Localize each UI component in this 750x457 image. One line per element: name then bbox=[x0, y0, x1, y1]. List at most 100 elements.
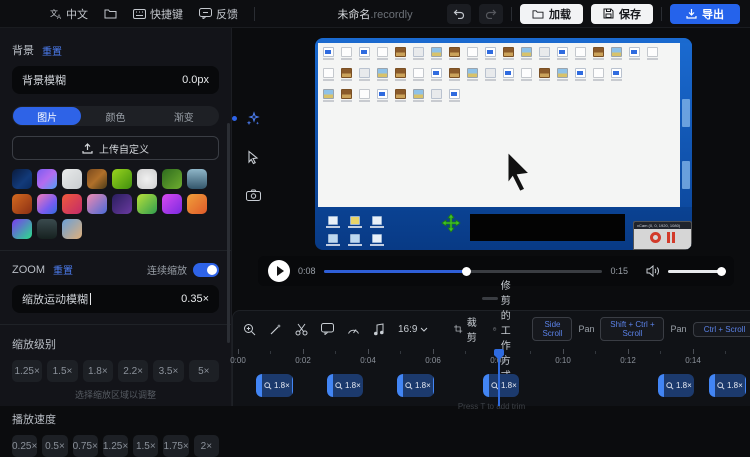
ruler-label: 0:02 bbox=[290, 356, 316, 365]
wallpaper-thumb[interactable] bbox=[62, 194, 82, 214]
save-button[interactable]: 保存 bbox=[591, 4, 653, 24]
file-label bbox=[395, 100, 406, 102]
wallpaper-thumb[interactable] bbox=[187, 194, 207, 214]
cut-tool[interactable] bbox=[295, 323, 308, 336]
wallpaper-thumb[interactable] bbox=[137, 169, 157, 189]
zoom-segment[interactable]: 1.8× bbox=[483, 374, 519, 397]
timeline-zoom-tool[interactable] bbox=[243, 323, 256, 336]
file-icon bbox=[394, 89, 407, 102]
background-type-tabs: 图片 颜色 渐变 bbox=[12, 106, 219, 126]
file-icon bbox=[502, 47, 515, 60]
cursor-tool[interactable] bbox=[242, 146, 264, 168]
tab-color[interactable]: 颜色 bbox=[81, 107, 149, 125]
wallpaper-thumb[interactable] bbox=[37, 219, 57, 239]
speed-option[interactable]: 0.5× bbox=[42, 435, 67, 457]
language-switch[interactable]: 文A 中文 bbox=[50, 6, 88, 22]
segment-label: 1.8× bbox=[664, 381, 694, 390]
zoom-level-option[interactable]: 5× bbox=[189, 360, 219, 382]
background-reset-link[interactable]: 重置 bbox=[42, 43, 62, 58]
wallpaper-thumb[interactable] bbox=[12, 219, 32, 239]
crop-button[interactable]: 裁剪 bbox=[454, 314, 480, 344]
file-icon bbox=[592, 47, 605, 60]
wallpaper-thumb[interactable] bbox=[37, 194, 57, 214]
magic-wand-tool[interactable] bbox=[269, 323, 282, 336]
zoom-segment[interactable]: 1.8× bbox=[327, 374, 363, 397]
wallpaper-thumb[interactable] bbox=[187, 169, 207, 189]
aspect-ratio-select[interactable]: 16:9 bbox=[398, 324, 428, 335]
background-blur-field[interactable]: 背景模糊 0.0px bbox=[12, 66, 219, 94]
volume-slider[interactable] bbox=[668, 270, 724, 273]
comment-tool[interactable] bbox=[321, 323, 334, 335]
wallpaper-thumb[interactable] bbox=[12, 169, 32, 189]
wallpaper-thumb[interactable] bbox=[162, 194, 182, 214]
speed-option[interactable]: 2× bbox=[194, 435, 219, 457]
seek-bar[interactable] bbox=[324, 270, 603, 273]
ruler-minor-tick bbox=[465, 351, 466, 354]
ruler-minor-tick bbox=[400, 351, 401, 354]
zoom-track[interactable]: Press T to add trim 1.8×1.8×1.8×1.8×1.8×… bbox=[233, 369, 750, 407]
playhead-line[interactable] bbox=[498, 357, 500, 406]
video-preview[interactable]: vCam (0, 0, 1920, 1080) bbox=[315, 38, 692, 250]
wallpaper-thumb[interactable] bbox=[112, 169, 132, 189]
export-button[interactable]: 导出 bbox=[670, 4, 740, 24]
speed-option[interactable]: 1.25× bbox=[103, 435, 128, 457]
zoom-segment[interactable]: 1.8× bbox=[709, 374, 746, 397]
undo-button[interactable] bbox=[447, 4, 471, 24]
zoom-level-option[interactable]: 1.8× bbox=[83, 360, 113, 382]
zoom-segment[interactable]: 1.8× bbox=[658, 374, 694, 397]
camera-tool[interactable] bbox=[242, 184, 264, 206]
auto-zoom-tool[interactable] bbox=[242, 108, 264, 130]
zoom-level-option[interactable]: 2.2× bbox=[118, 360, 148, 382]
segment-handle-right[interactable] bbox=[745, 374, 746, 397]
audio-tool[interactable] bbox=[373, 323, 385, 336]
tab-image[interactable]: 图片 bbox=[13, 107, 81, 125]
speed-option[interactable]: 0.75× bbox=[73, 435, 98, 457]
sidebar-scrollbar[interactable] bbox=[227, 123, 230, 343]
upload-custom-button[interactable]: 上传自定义 bbox=[12, 136, 219, 160]
hint-action: Pan bbox=[578, 324, 594, 334]
wallpaper-thumb[interactable] bbox=[12, 194, 32, 214]
redo-button[interactable] bbox=[479, 4, 503, 24]
open-project-button[interactable] bbox=[104, 8, 117, 19]
speed-option[interactable]: 0.25× bbox=[12, 435, 37, 457]
zoom-segment[interactable]: 1.8× bbox=[256, 374, 293, 397]
ruler-label: 0:12 bbox=[615, 356, 641, 365]
segment-handle-right[interactable] bbox=[292, 374, 293, 397]
segment-handle-right[interactable] bbox=[433, 374, 434, 397]
zoom-level-option[interactable]: 3.5× bbox=[153, 360, 183, 382]
wallpaper-thumb[interactable] bbox=[87, 194, 107, 214]
wallpaper-thumb[interactable] bbox=[162, 169, 182, 189]
wallpaper-thumb[interactable] bbox=[87, 169, 107, 189]
continuous-zoom-toggle[interactable] bbox=[193, 263, 219, 277]
speed-option[interactable]: 1.75× bbox=[163, 435, 188, 457]
file-glyph bbox=[395, 68, 406, 78]
zoom-level-option[interactable]: 1.25× bbox=[12, 360, 42, 382]
motion-blur-field[interactable]: 缩放运动模糊 0.35× bbox=[12, 285, 219, 313]
wallpaper-thumb[interactable] bbox=[62, 169, 82, 189]
tab-gradient[interactable]: 渐变 bbox=[150, 107, 218, 125]
zoom-reset-link[interactable]: 重置 bbox=[53, 262, 73, 277]
topbar-divider bbox=[511, 7, 512, 21]
shortcuts-button[interactable]: 快捷键 bbox=[133, 6, 183, 22]
speed-option[interactable]: 1.5× bbox=[133, 435, 158, 457]
seek-thumb[interactable] bbox=[462, 267, 471, 276]
wallpaper-thumb[interactable] bbox=[62, 219, 82, 239]
speed-tool[interactable] bbox=[347, 324, 360, 335]
volume-icon[interactable] bbox=[646, 265, 660, 277]
feedback-button[interactable]: 反馈 bbox=[199, 6, 238, 22]
continuous-zoom-label: 连续缩放 bbox=[147, 262, 187, 277]
wallpaper-thumb[interactable] bbox=[37, 169, 57, 189]
ruler-tick bbox=[433, 349, 434, 354]
wallpaper-thumb[interactable] bbox=[112, 194, 132, 214]
zoom-segment[interactable]: 1.8× bbox=[397, 374, 434, 397]
zoom-level-option[interactable]: 1.5× bbox=[47, 360, 77, 382]
magnifier-icon bbox=[335, 382, 343, 390]
play-button[interactable] bbox=[268, 260, 290, 282]
load-button[interactable]: 加载 bbox=[520, 4, 583, 24]
desktop-right-strip bbox=[680, 43, 692, 207]
timeline-ruler[interactable]: 0:000:020:040:060:080:100:120:14 bbox=[233, 347, 750, 369]
file-icon bbox=[538, 68, 551, 81]
volume-thumb[interactable] bbox=[717, 267, 726, 276]
file-glyph bbox=[611, 68, 622, 78]
wallpaper-thumb[interactable] bbox=[137, 194, 157, 214]
